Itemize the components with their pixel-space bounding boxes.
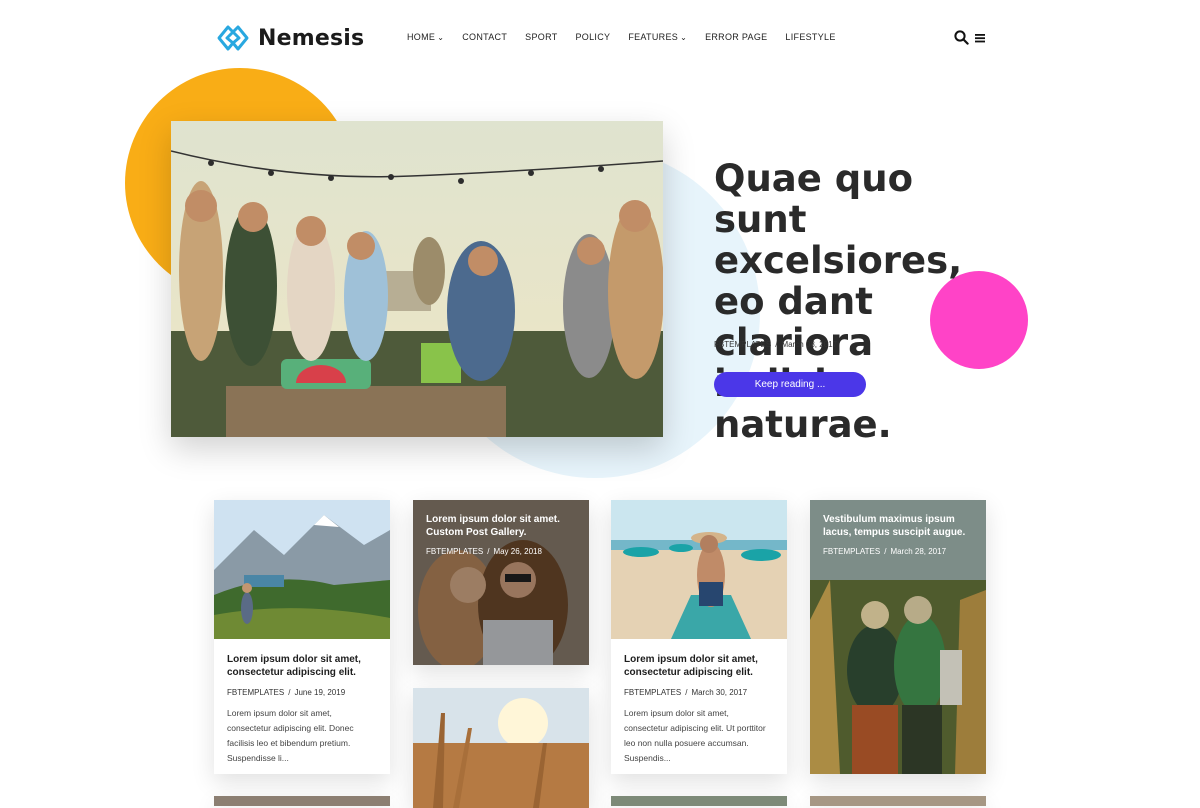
meta-separator: /	[884, 547, 887, 556]
hero-title[interactable]: Quae quo sunt excelsiores, eo dant clari…	[714, 158, 1014, 445]
site-logo[interactable]: Nemesis	[216, 24, 364, 52]
chevron-down-icon: ⌄	[680, 32, 688, 42]
nav-item-policy[interactable]: POLICY	[576, 32, 611, 42]
logo-icon	[217, 25, 249, 51]
nav-label: SPORT	[525, 32, 558, 42]
nav-label: HOME	[407, 32, 436, 42]
card-meta: FBTEMPLATES / March 28, 2017	[823, 547, 976, 556]
post-card[interactable]: Lorem ipsum dolor sit amet, consectetur …	[214, 500, 390, 774]
post-date: March 30, 2017	[691, 688, 748, 697]
nav-label: CONTACT	[462, 32, 508, 42]
post-card-peek[interactable]	[611, 796, 787, 806]
post-card[interactable]: Vestibulum maximus ipsum lacus, tempus s…	[810, 500, 986, 774]
nav-item-sport[interactable]: SPORT	[525, 32, 557, 42]
hamburger-menu-icon[interactable]	[975, 33, 986, 43]
friends-party-photo	[171, 121, 663, 437]
card-excerpt: Lorem ipsum dolor sit amet, consectetur …	[227, 708, 354, 763]
nav-item-lifestyle[interactable]: LIFESTYLE	[785, 32, 835, 42]
post-card[interactable]: Lorem ipsum dolor sit amet. Custom Post …	[413, 500, 589, 665]
nav-item-features[interactable]: FEATURES ⌄	[628, 32, 687, 42]
post-author[interactable]: FBTEMPLATES	[426, 547, 483, 556]
card-body: Lorem ipsum dolor sit amet, consectetur …	[214, 639, 390, 774]
beach-woman-photo	[611, 500, 787, 639]
card-body: Lorem ipsum dolor sit amet, consectetur …	[611, 639, 787, 774]
post-card[interactable]: Lorem ipsum dolor sit amet, consectetur …	[611, 500, 787, 774]
nav-label: LIFESTYLE	[785, 32, 836, 42]
header-actions	[954, 30, 986, 45]
post-date: March 08, 2017	[781, 340, 838, 349]
card-meta: FBTEMPLATES / June 19, 2019	[227, 688, 377, 697]
post-date: June 19, 2019	[294, 688, 346, 697]
wheat-field-photo	[413, 688, 589, 808]
post-date: May 26, 2018	[493, 547, 542, 556]
nav-item-home[interactable]: HOME ⌄	[407, 32, 444, 42]
nav-label: POLICY	[575, 32, 611, 42]
chevron-down-icon: ⌄	[437, 32, 445, 42]
meta-separator: /	[775, 340, 778, 349]
keep-reading-button[interactable]: Keep reading ...	[714, 372, 866, 397]
post-author[interactable]: FBTEMPLATES	[823, 547, 880, 556]
meta-separator: /	[288, 688, 291, 697]
nav-item-contact[interactable]: CONTACT	[462, 32, 507, 42]
post-date: March 28, 2017	[890, 547, 947, 556]
card-meta: FBTEMPLATES / March 30, 2017	[624, 688, 774, 697]
main-nav: HOME ⌄ CONTACT SPORT POLICY FEATURES ⌄ ERR…	[407, 32, 836, 42]
meta-separator: /	[487, 547, 490, 556]
card-overlay: Vestibulum maximus ipsum lacus, tempus s…	[823, 513, 976, 556]
card-overlay: Lorem ipsum dolor sit amet. Custom Post …	[426, 513, 579, 556]
card-title[interactable]: Lorem ipsum dolor sit amet, consectetur …	[624, 653, 774, 679]
post-card-peek[interactable]	[214, 796, 390, 806]
card-meta: FBTEMPLATES / May 26, 2018	[426, 547, 579, 556]
card-image-peek	[611, 796, 787, 806]
card-image-peek	[810, 796, 986, 806]
post-author[interactable]: FBTEMPLATES	[714, 340, 771, 349]
card-title[interactable]: Lorem ipsum dolor sit amet. Custom Post …	[426, 513, 579, 539]
mountain-hiker-photo	[214, 500, 390, 639]
nav-label: FEATURES	[628, 32, 679, 42]
site-header: Nemesis HOME ⌄ CONTACT SPORT POLICY FEATU…	[0, 0, 1200, 78]
card-title[interactable]: Vestibulum maximus ipsum lacus, tempus s…	[823, 513, 976, 539]
nav-label: ERROR PAGE	[705, 32, 768, 42]
post-author[interactable]: FBTEMPLATES	[227, 688, 284, 697]
hero-image[interactable]	[171, 121, 663, 437]
meta-separator: /	[685, 688, 688, 697]
card-excerpt: Lorem ipsum dolor sit amet, consectetur …	[624, 708, 766, 763]
post-card[interactable]	[413, 688, 589, 808]
brand-name: Nemesis	[258, 25, 365, 51]
card-title[interactable]: Lorem ipsum dolor sit amet, consectetur …	[227, 653, 377, 679]
post-card-peek[interactable]	[810, 796, 986, 806]
card-image-peek	[214, 796, 390, 806]
nav-item-error-page[interactable]: ERROR PAGE	[705, 32, 767, 42]
search-icon[interactable]	[954, 30, 969, 45]
post-author[interactable]: FBTEMPLATES	[624, 688, 681, 697]
hero-meta: FBTEMPLATES / March 08, 2017	[714, 340, 837, 349]
